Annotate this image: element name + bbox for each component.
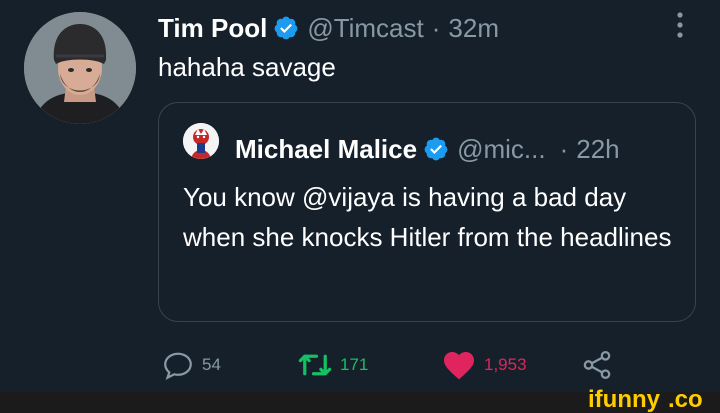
verified-badge-icon xyxy=(273,15,299,41)
tweet[interactable]: Tim Pool @Timcast · 32m hahaha savage Mi… xyxy=(0,0,720,392)
svg-text:.co: .co xyxy=(668,386,703,413)
more-options-icon[interactable] xyxy=(672,10,688,40)
tweet-text: hahaha savage xyxy=(158,52,336,82)
quoted-author-handle[interactable]: @mic... xyxy=(457,134,546,165)
like-button[interactable]: 1,953 xyxy=(440,345,527,385)
author-name[interactable]: Tim Pool xyxy=(158,13,267,44)
quoted-author-avatar[interactable] xyxy=(183,123,219,159)
quoted-tweet[interactable]: Michael Malice @mic... · 22h You know @v… xyxy=(158,102,696,322)
ifunny-watermark: ifunny .co xyxy=(586,385,716,413)
quoted-tweet-text: You know @vijaya is having a bad day whe… xyxy=(183,182,672,252)
retweet-button[interactable]: 171 xyxy=(296,345,368,385)
header-separator: · xyxy=(431,12,441,43)
share-icon xyxy=(580,348,614,382)
tweet-timestamp[interactable]: 32m xyxy=(448,13,499,44)
like-heart-icon xyxy=(440,347,478,383)
share-button[interactable] xyxy=(580,345,614,385)
author-handle[interactable]: @Timcast xyxy=(307,13,423,44)
verified-badge-icon xyxy=(423,136,449,162)
author-avatar[interactable] xyxy=(24,12,136,124)
reply-icon xyxy=(160,347,196,383)
reply-button[interactable]: 54 xyxy=(160,345,221,385)
quoted-header-separator: · xyxy=(559,133,569,164)
quoted-tweet-header: Michael Malice @mic... · 22h xyxy=(235,131,620,167)
tweet-header: Tim Pool @Timcast · 32m xyxy=(158,10,499,46)
quoted-author-name[interactable]: Michael Malice xyxy=(235,134,417,165)
retweet-icon xyxy=(296,347,334,383)
reply-count: 54 xyxy=(202,355,221,374)
quoted-tweet-timestamp[interactable]: 22h xyxy=(576,134,619,165)
svg-text:ifunny: ifunny xyxy=(588,386,661,413)
retweet-count: 171 xyxy=(340,355,369,374)
tweet-actions: 54 171 1,953 xyxy=(160,345,620,385)
like-count: 1,953 xyxy=(484,355,527,374)
